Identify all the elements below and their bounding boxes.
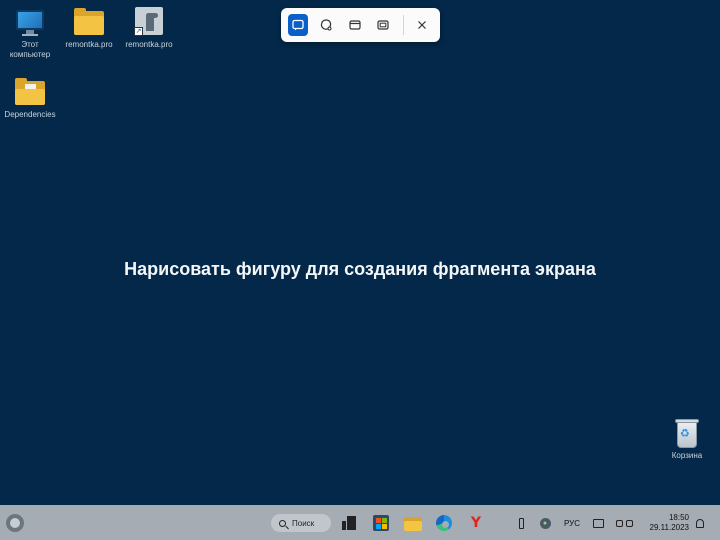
volume-icon bbox=[625, 519, 633, 527]
desktop-icon-recycle-bin[interactable]: ♻ Корзина bbox=[658, 418, 716, 461]
system-clock[interactable]: 18:50 29.11.2023 bbox=[645, 513, 689, 533]
shortcut-icon: ↗ bbox=[134, 7, 164, 37]
taskbar-search[interactable]: Поиск bbox=[271, 514, 331, 532]
desktop-icon-remontka-shortcut[interactable]: ↗ remontka.pro bbox=[119, 7, 179, 50]
desktop-icon-label: Dependencies bbox=[4, 110, 56, 119]
window-snip-icon bbox=[348, 20, 361, 30]
yandex-browser-icon: Y bbox=[470, 515, 482, 531]
display-tray-button[interactable] bbox=[591, 514, 605, 532]
snip-instruction-text: Нарисовать фигуру для создания фрагмента… bbox=[124, 259, 596, 279]
task-view-icon bbox=[342, 521, 346, 530]
task-view-button[interactable] bbox=[342, 516, 356, 530]
language-indicator[interactable]: РУС bbox=[562, 514, 582, 532]
freeform-mode-button[interactable] bbox=[316, 14, 336, 36]
fullscreen-snip-icon bbox=[377, 20, 389, 30]
widgets-button[interactable] bbox=[6, 514, 24, 532]
rectangle-mode-button[interactable] bbox=[288, 14, 309, 36]
snipping-toolbar bbox=[281, 8, 440, 42]
file-explorer-button[interactable] bbox=[404, 517, 422, 531]
desktop-icon-label: Этот компьютер bbox=[9, 40, 51, 59]
security-tray-button[interactable]: ● bbox=[538, 514, 552, 532]
window-mode-button[interactable] bbox=[344, 14, 364, 36]
desktop-icon-this-pc[interactable]: Этот компьютер bbox=[0, 7, 60, 60]
edge-icon bbox=[442, 520, 449, 528]
close-snip-button[interactable] bbox=[412, 14, 432, 36]
recycle-bin-icon: ♻ bbox=[672, 418, 702, 448]
search-icon bbox=[279, 519, 286, 527]
rectangle-snip-icon bbox=[292, 19, 304, 31]
usb-tray-button[interactable] bbox=[516, 514, 526, 532]
usb-icon bbox=[518, 517, 524, 529]
security-icon: ● bbox=[539, 517, 551, 529]
store-button[interactable] bbox=[373, 515, 389, 531]
desktop-icon-label: remontka.pro bbox=[125, 40, 173, 49]
desktop-icon-remontka-folder[interactable]: remontka.pro bbox=[59, 7, 119, 50]
folder-icon bbox=[15, 77, 45, 107]
close-icon bbox=[417, 21, 426, 29]
toolbar-divider bbox=[402, 15, 404, 35]
clock-date: 29.11.2023 bbox=[649, 523, 689, 532]
fullscreen-mode-button[interactable] bbox=[373, 14, 393, 36]
network-volume-tray-button[interactable] bbox=[609, 514, 639, 532]
desktop-icon-dependencies[interactable]: Dependencies bbox=[0, 77, 60, 120]
notification-bell-icon bbox=[696, 518, 704, 528]
taskbar: Поиск Y ● РУС 18:50 29.11.2023 bbox=[0, 505, 720, 540]
yandex-browser-button[interactable]: Y bbox=[469, 515, 483, 531]
freeform-snip-icon bbox=[321, 19, 332, 31]
computer-icon bbox=[15, 7, 45, 37]
desktop-icon-label: Корзина bbox=[671, 451, 703, 460]
store-icon bbox=[375, 517, 387, 529]
search-label: Поиск bbox=[292, 518, 315, 528]
clock-time: 18:50 bbox=[668, 513, 689, 522]
widgets-icon bbox=[10, 518, 20, 528]
display-icon bbox=[592, 518, 604, 528]
folder-icon bbox=[74, 7, 104, 37]
start-button[interactable] bbox=[236, 514, 254, 532]
desktop-icon-label: remontka.pro bbox=[65, 40, 113, 49]
edge-button[interactable] bbox=[436, 515, 452, 531]
notifications-button[interactable] bbox=[694, 514, 706, 532]
network-icon bbox=[615, 519, 623, 527]
